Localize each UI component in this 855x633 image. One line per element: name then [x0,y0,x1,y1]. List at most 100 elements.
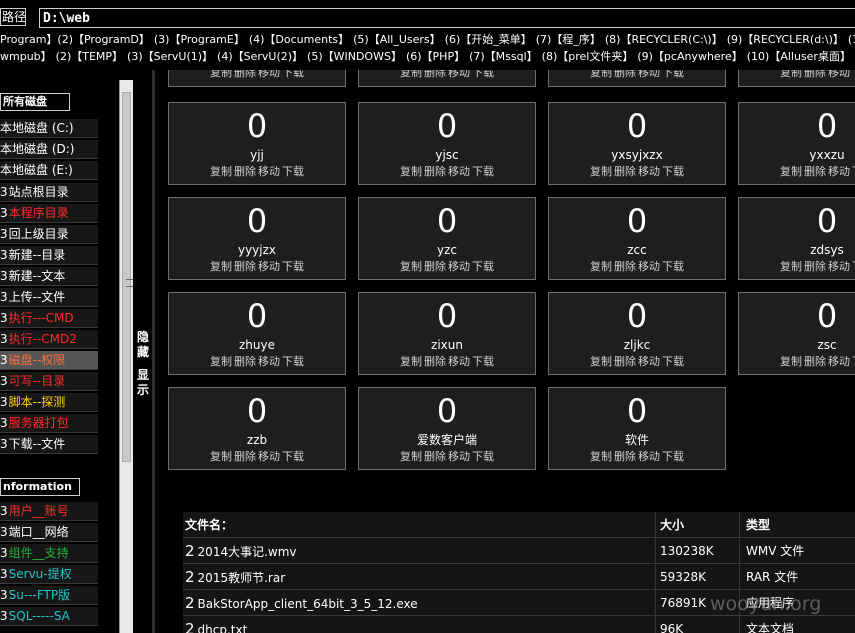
card-action-download-link[interactable]: 下载 [472,165,494,178]
quick-dir-link[interactable]: (3)【ProgramE】 [154,33,245,46]
card-action-delete-link[interactable]: 删除 [804,70,826,79]
quick-dir-link[interactable]: (2)【TEMP】 [56,50,123,63]
card-action-move-link[interactable]: 移动 [638,70,660,79]
card-action-delete-link[interactable]: 删除 [424,260,446,273]
file-name-link[interactable]: 2014大事记.wmv [198,545,297,559]
card-action-delete-link[interactable]: 删除 [614,165,636,178]
folder-name[interactable]: zcc [549,242,725,258]
card-action-copy-link[interactable]: 复制 [400,260,422,273]
card-action-delete-link[interactable]: 删除 [234,355,256,368]
card-action-download-link[interactable]: 下载 [662,70,684,79]
card-action-copy-link[interactable]: 复制 [210,165,232,178]
folder-card[interactable]: 0 zljkc 复制 删除 移动 下载 [548,292,726,375]
folder-name[interactable]: zljkc [549,337,725,353]
card-action-move-link[interactable]: 移动 [828,70,850,79]
folder-name[interactable]: yzc [359,242,535,258]
sidebar-tool-item[interactable]: 3脚本--探测 [0,393,98,412]
sidebar-tool-item[interactable]: 3站点根目录 [0,183,98,202]
quick-dir-link[interactable]: wmpub】 [0,50,52,63]
card-action-download-link[interactable]: 下载 [662,260,684,273]
card-action-delete-link[interactable]: 删除 [424,355,446,368]
card-action-copy-link[interactable]: 复制 [590,165,612,178]
quick-dir-link[interactable]: (5)【WINDOWS】 [307,50,402,63]
card-action-download-link[interactable]: 下载 [282,450,304,463]
card-action-download-link[interactable]: 下载 [472,450,494,463]
card-action-move-link[interactable]: 移动 [638,355,660,368]
quick-dir-link[interactable]: (8)【RECYCLER(C:\)】 [605,33,723,46]
card-action-delete-link[interactable]: 删除 [614,70,636,79]
file-name-cell[interactable]: 2 BakStorApp_client_64bit_3_5_12.exe [183,590,653,616]
folder-name[interactable]: yjj [169,147,345,163]
card-action-download-link[interactable]: 下载 [282,260,304,273]
sidebar-info-item[interactable]: 3端口__网络 [0,523,98,542]
card-action-move-link[interactable]: 移动 [258,355,280,368]
card-action-move-link[interactable]: 移动 [448,70,470,79]
quick-dir-link[interactable]: (4)【Documents】 [249,33,349,46]
folder-card[interactable]: 0 软件 复制 删除 移动 下载 [548,387,726,470]
folder-card[interactable]: 0 yzc 复制 删除 移动 下载 [358,197,536,280]
card-action-move-link[interactable]: 移动 [448,355,470,368]
folder-card[interactable]: 0 yjj 复制 删除 移动 下载 [168,102,346,185]
hide-toggle-char-2[interactable]: 藏 [134,345,152,360]
card-action-delete-link[interactable]: 删除 [234,165,256,178]
quick-dir-link[interactable]: (8)【prel文件夹】 [542,50,634,63]
folder-name[interactable]: yjsc [359,147,535,163]
folder-name[interactable]: zzb [169,432,345,448]
sidebar-disk-item[interactable]: 本地磁盘 (C:) [0,119,98,138]
folder-card[interactable]: 0 yjsc 复制 删除 移动 下载 [358,102,536,185]
card-action-copy-link[interactable]: 复制 [590,355,612,368]
card-action-delete-link[interactable]: 删除 [424,450,446,463]
folder-card[interactable]: 0 zzb 复制 删除 移动 下载 [168,387,346,470]
card-action-copy-link[interactable]: 复制 [400,70,422,79]
file-name-cell[interactable]: 2 2015教师节.rar [183,564,653,590]
quick-dir-link[interactable]: (6)【PHP】 [406,50,465,63]
card-action-copy-link[interactable]: 复制 [400,355,422,368]
card-action-delete-link[interactable]: 删除 [804,165,826,178]
folder-name[interactable]: 软件 [549,432,725,448]
card-action-copy-link[interactable]: 复制 [780,355,802,368]
sidebar-tool-item[interactable]: 3可写--目录 [0,372,98,391]
card-action-download-link[interactable]: 下载 [662,165,684,178]
folder-name[interactable]: zixun [359,337,535,353]
card-action-download-link[interactable]: 下载 [282,70,304,79]
card-action-download-link[interactable]: 下载 [662,355,684,368]
card-action-delete-link[interactable]: 删除 [234,70,256,79]
show-toggle-char-1[interactable]: 显 [134,368,152,383]
table-row[interactable]: 2 2015教师节.rar 59328K RAR 文件 [183,564,855,590]
sidebar-info-item[interactable]: 3SQL-----SA [0,607,98,626]
sidebar-tool-item[interactable]: 3服务器打包 [0,414,98,433]
quick-dir-link[interactable]: (4)【ServU(2)】 [217,50,303,63]
sidebar-disk-item[interactable]: 本地磁盘 (D:) [0,140,98,159]
card-action-delete-link[interactable]: 删除 [614,260,636,273]
card-action-copy-link[interactable]: 复制 [590,70,612,79]
card-action-delete-link[interactable]: 删除 [614,355,636,368]
quick-dir-link[interactable]: (6)【开始_菜单】 [445,33,532,46]
folder-card[interactable]: 0 yxxzu复制删除移动下载 [738,102,855,185]
sidebar-tool-item[interactable]: 3新建--目录 [0,246,98,265]
quick-dir-link[interactable]: (5)【All_Users】 [353,33,441,46]
file-name-link[interactable]: BakStorApp_client_64bit_3_5_12.exe [198,597,418,611]
card-action-move-link[interactable]: 移动 [448,165,470,178]
card-action-download-link[interactable]: 下载 [282,165,304,178]
card-action-move-link[interactable]: 移动 [828,165,850,178]
quick-dir-link[interactable]: (7)【程_序】 [536,33,601,46]
folder-card[interactable]: 0 zhuye 复制 删除 移动 下载 [168,292,346,375]
path-input[interactable] [39,8,855,28]
file-name-cell[interactable]: 2 dhcp.txt [183,616,653,633]
sidebar-tool-item[interactable]: 3执行---CMD [0,309,98,328]
card-action-download-link[interactable]: 下载 [472,70,494,79]
quick-dir-link[interactable]: (7)【Mssql】 [469,50,538,63]
sidebar-info-item[interactable]: 3Su---FTP版 [0,586,98,605]
card-action-copy-link[interactable]: 复制 [590,260,612,273]
quick-dir-link[interactable]: (9)【RECYCLER(d:\)】 [727,33,844,46]
card-action-move-link[interactable]: 移动 [638,165,660,178]
sidebar-info-item[interactable]: 3Servu-提权 [0,565,98,584]
folder-name[interactable]: yxxzu [739,147,855,163]
card-action-download-link[interactable]: 下载 [472,355,494,368]
card-action-move-link[interactable]: 移动 [448,260,470,273]
folder-card[interactable]: 0 yyyjzx 复制 删除 移动 下载 [168,197,346,280]
sidebar-tool-item[interactable]: 3本程序目录 [0,204,98,223]
card-action-move-link[interactable]: 移动 [638,260,660,273]
quick-dir-link[interactable]: Program】(2)【ProgramD】 [0,33,150,46]
card-action-move-link[interactable]: 移动 [258,450,280,463]
